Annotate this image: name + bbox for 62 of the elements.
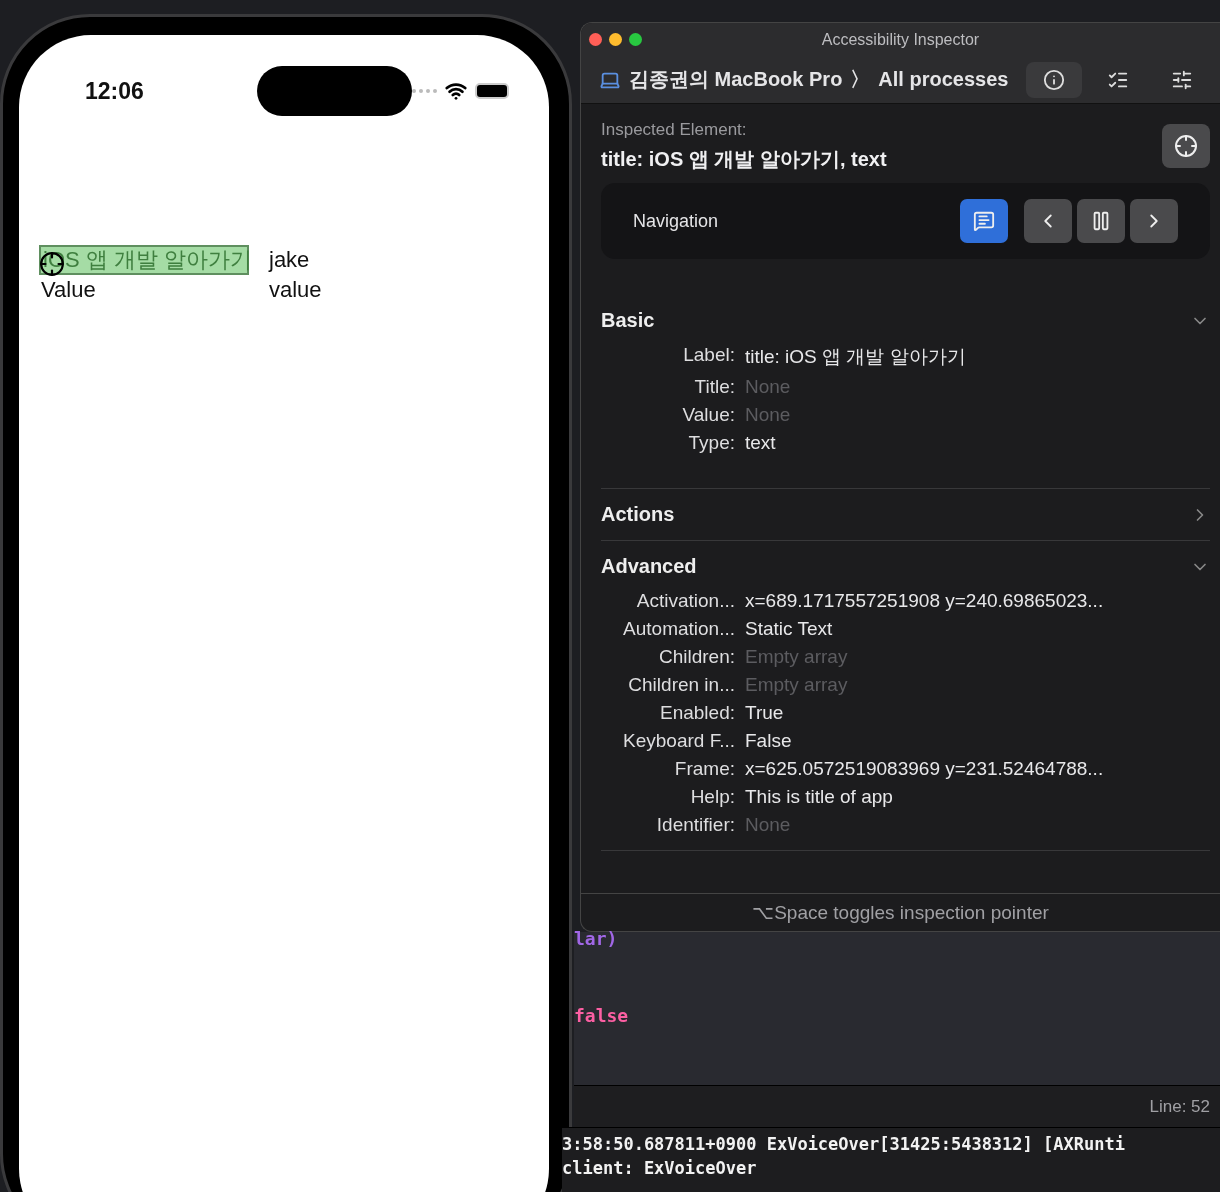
process-selector[interactable]: All processes — [878, 68, 1009, 91]
crosshair-icon — [1174, 134, 1198, 158]
attribute-label: Children in... — [627, 674, 735, 696]
console-line: 3:58:50.687811+0900 ExVoiceOver[31425:5438312] [AXRunti — [562, 1133, 1126, 1156]
line-number: Line: 52 — [1149, 1096, 1210, 1117]
attribute-value: None — [745, 376, 792, 398]
attribute-label: Children: — [657, 646, 735, 668]
attribute-value: Empty array — [745, 646, 849, 668]
sliders-icon — [1171, 68, 1193, 91]
attribute-label: Activation... — [635, 590, 735, 612]
code-line: false — [574, 1005, 630, 1026]
signal-icon — [412, 89, 437, 93]
attribute-label: Title: — [693, 376, 735, 398]
window-title: Accessibility Inspector — [820, 30, 981, 49]
info-icon — [1043, 68, 1065, 91]
attribute-label: Value: — [681, 404, 735, 426]
navigation-label: Navigation — [633, 210, 719, 232]
device-selector[interactable]: 김종권의 MacBook Pro — [629, 66, 843, 93]
wifi-icon — [445, 80, 467, 102]
attribute-label: Enabled: — [659, 702, 735, 724]
attribute-value: None — [745, 814, 792, 836]
code-line: lar) — [574, 928, 619, 949]
console-line: client: ExVoiceOver — [562, 1157, 758, 1180]
attribute-value: True — [745, 702, 785, 724]
attribute-value: Static Text — [745, 618, 834, 640]
target-button[interactable] — [1162, 124, 1210, 168]
attribute-label: Keyboard F... — [622, 730, 735, 752]
next-button[interactable] — [1130, 199, 1178, 243]
attribute-value: Empty array — [745, 674, 849, 696]
attribute-label: Type: — [687, 432, 735, 454]
minimize-button[interactable] — [609, 33, 622, 46]
previous-button[interactable] — [1024, 199, 1072, 243]
author-text: value — [268, 276, 323, 304]
info-button[interactable] — [1026, 61, 1082, 98]
battery-icon — [475, 83, 509, 99]
pause-button[interactable] — [1077, 199, 1125, 243]
attribute-value: x=625.0572519083969 y=231.52464788... — [745, 758, 1105, 780]
zoom-button[interactable] — [629, 33, 642, 46]
attribute-value: title: iOS 앱 개발 알아가기 — [745, 345, 967, 369]
attribute-label: Automation... — [622, 618, 735, 640]
section-header[interactable]: Advanced — [601, 555, 1210, 578]
breadcrumb-separator: 〉 — [850, 67, 871, 92]
close-button[interactable] — [589, 33, 602, 46]
attribute-value: x=689.1717557251908 y=240.69865023... — [745, 590, 1105, 612]
attribute-value: This is title of app — [745, 786, 894, 808]
inspected-element-label: Inspected Element: — [601, 120, 748, 140]
attribute-label: Frame: — [673, 758, 735, 780]
title-text: Value — [40, 276, 97, 304]
attribute-label: Identifier: — [655, 814, 735, 836]
attribute-label: Help: — [689, 786, 735, 808]
section-header[interactable]: Actions — [601, 503, 1210, 526]
speak-button[interactable] — [960, 199, 1008, 243]
section-header[interactable]: Basic — [601, 309, 1210, 332]
status-time: 12:06 — [85, 77, 145, 105]
footer-hint: ⌥Space toggles inspection pointer — [752, 901, 1049, 924]
inspected-element-value: title: iOS 앱 개발 알아가기, text — [601, 147, 887, 172]
speech-bubble-icon — [973, 210, 995, 232]
attribute-value: False — [745, 730, 793, 752]
attribute-value: text — [745, 432, 777, 454]
author-text: jake — [267, 246, 311, 274]
attribute-value: None — [745, 404, 792, 426]
attribute-label: Label: — [682, 344, 735, 367]
